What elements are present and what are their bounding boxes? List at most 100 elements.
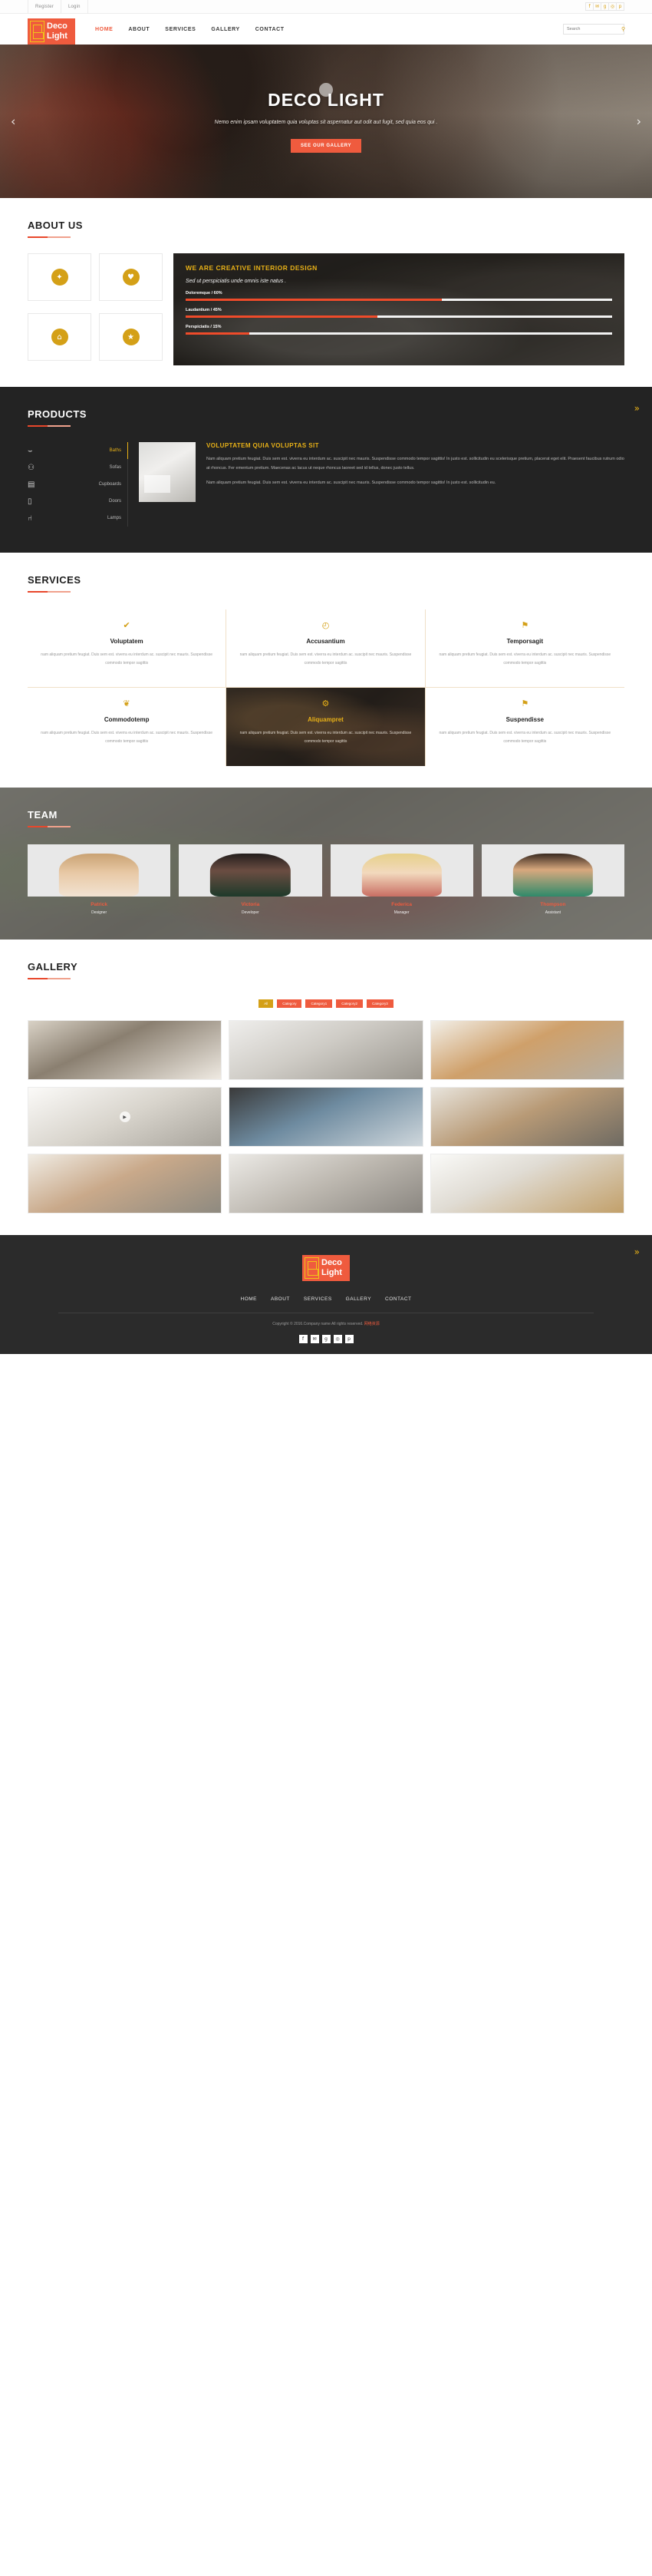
about-feature-2[interactable]: ♥ bbox=[99, 253, 163, 301]
team-title: TEAM bbox=[28, 809, 58, 821]
skill-label: Doloremque / 60% bbox=[186, 291, 222, 296]
footer-nav-home[interactable]: HOME bbox=[241, 1296, 258, 1302]
gallery-filter-category2[interactable]: Category2 bbox=[336, 999, 364, 1008]
dribbble-icon[interactable]: ◎ bbox=[333, 1335, 342, 1343]
nav-item-about[interactable]: ABOUT bbox=[128, 27, 150, 32]
hero-next-arrow[interactable]: › bbox=[637, 114, 641, 129]
nav-item-home[interactable]: HOME bbox=[95, 27, 113, 32]
team-member-thompson[interactable]: Thompson Assistant bbox=[481, 844, 624, 915]
pinterest-icon[interactable]: p bbox=[616, 2, 624, 11]
team-member-role: Manager bbox=[394, 910, 410, 915]
product-tab-sofas[interactable]: ⚇ Sofas bbox=[28, 459, 127, 476]
door-icon: ▯ bbox=[28, 497, 32, 506]
service-card-commodotemp[interactable]: ❦ Commodotemp nam aliquam pretium feugia… bbox=[28, 688, 227, 766]
search-input[interactable] bbox=[567, 27, 621, 31]
service-card-voluptatem[interactable]: ✔ Voluptatem nam aliquam pretium feugiat… bbox=[28, 609, 227, 688]
gallery-filter-category[interactable]: Category bbox=[277, 999, 302, 1008]
footer-nav-gallery[interactable]: GALLERY bbox=[346, 1296, 371, 1302]
facebook-icon[interactable]: f bbox=[298, 1335, 308, 1343]
gallery-item-1[interactable] bbox=[28, 1020, 222, 1080]
service-name: Aliquampret bbox=[308, 716, 344, 723]
hero-decor-circle bbox=[319, 83, 333, 97]
product-tab-lamps[interactable]: ⑁ Lamps bbox=[28, 510, 127, 527]
footer-nav-about[interactable]: ABOUT bbox=[271, 1296, 290, 1302]
team-member-name: Victoria bbox=[241, 902, 260, 907]
gallery-item-7[interactable] bbox=[28, 1154, 222, 1214]
services-title-rule bbox=[28, 591, 71, 593]
pinterest-icon[interactable]: p bbox=[344, 1335, 354, 1343]
products-tab-list: ⌣ Baths ⚇ Sofas ▤ Cupboards ▯ Doors ⑁ La… bbox=[28, 442, 127, 527]
team-member-name: Federica bbox=[391, 902, 412, 907]
pin-icon: ⚑ bbox=[521, 698, 529, 708]
gallery-filter-category3[interactable]: Category3 bbox=[367, 999, 394, 1008]
footer-nav-services[interactable]: SERVICES bbox=[304, 1296, 332, 1302]
team-member-name: Thompson bbox=[540, 902, 566, 907]
about-feature-3[interactable]: ⌂ bbox=[28, 313, 91, 361]
skill-label: Perspiciatis / 15% bbox=[186, 325, 222, 329]
star-icon: ★ bbox=[122, 329, 140, 345]
register-link[interactable]: Register bbox=[28, 0, 61, 14]
play-icon[interactable]: ▶ bbox=[119, 1111, 130, 1122]
gallery-item-6[interactable] bbox=[430, 1087, 624, 1147]
product-tab-baths[interactable]: ⌣ Baths bbox=[28, 442, 127, 459]
sofa-icon: ⚇ bbox=[28, 463, 35, 472]
about-feature-4[interactable]: ★ bbox=[99, 313, 163, 361]
gallery-item-8[interactable] bbox=[229, 1154, 423, 1214]
product-heading: VOLUPTATEM QUIA VOLUPTAS SIT bbox=[206, 442, 319, 449]
avatar bbox=[481, 844, 624, 897]
site-logo[interactable]: Deco Light bbox=[28, 18, 75, 45]
avatar bbox=[28, 844, 171, 897]
footer-logo[interactable]: Deco Light bbox=[302, 1255, 350, 1281]
team-member-federica[interactable]: Federica Manager bbox=[330, 844, 473, 915]
login-link[interactable]: Login bbox=[60, 0, 88, 14]
nav-item-contact[interactable]: CONTACT bbox=[255, 27, 285, 32]
service-card-suspendisse[interactable]: ⚑ Suspendisse nam aliquam pretium feugia… bbox=[426, 688, 624, 766]
service-card-aliquampret[interactable]: ⚙ Aliquampret nam aliquam pretium feugia… bbox=[226, 688, 426, 766]
search-box[interactable]: ⚲ bbox=[563, 24, 625, 35]
lamp-icon: ⑁ bbox=[28, 514, 32, 523]
service-name: Suspendisse bbox=[505, 716, 544, 723]
product-image bbox=[139, 442, 196, 502]
products-content: ⌣ Baths ⚇ Sofas ▤ Cupboards ▯ Doors ⑁ La… bbox=[28, 442, 624, 527]
search-icon[interactable]: ⚲ bbox=[621, 26, 625, 32]
scroll-to-top-icon[interactable]: » bbox=[634, 1247, 640, 1257]
about-feature-1[interactable]: ✦ bbox=[28, 253, 91, 301]
see-our-gallery-button[interactable]: SEE OUR GALLERY bbox=[290, 139, 362, 154]
hero-prev-arrow[interactable]: ‹ bbox=[11, 114, 15, 129]
nav-item-gallery[interactable]: GALLERY bbox=[211, 27, 239, 32]
service-card-temporsagit[interactable]: ⚑ Temporsagit nam aliquam pretium feugia… bbox=[425, 609, 624, 688]
about-title: ABOUT US bbox=[28, 220, 83, 231]
gallery-filter-category1[interactable]: Category1 bbox=[305, 999, 333, 1008]
gallery-filter-all[interactable]: All bbox=[258, 999, 274, 1008]
top-bar: Register Login f ✉ g ◎ p bbox=[0, 0, 652, 14]
team-member-victoria[interactable]: Victoria Developer bbox=[179, 844, 322, 915]
google-plus-icon[interactable]: g bbox=[321, 1335, 331, 1343]
footer-social: f ✉ g ◎ p bbox=[28, 1335, 624, 1343]
logo-mark-icon bbox=[305, 1257, 319, 1279]
service-card-accusantium[interactable]: ◴ Accusantium nam aliquam pretium feugia… bbox=[226, 609, 426, 688]
product-tab-doors[interactable]: ▯ Doors bbox=[28, 493, 127, 510]
gallery-item-5[interactable] bbox=[229, 1087, 423, 1147]
home-icon: ⌂ bbox=[51, 329, 68, 345]
gallery-item-3[interactable] bbox=[430, 1020, 624, 1080]
team-member-patrick[interactable]: Patrick Designer bbox=[28, 844, 171, 915]
bathtub-icon: ⌣ bbox=[28, 446, 33, 455]
gallery-title-rule bbox=[28, 978, 71, 979]
map-pin-icon: ⚑ bbox=[521, 620, 529, 630]
twitter-icon[interactable]: ✉ bbox=[310, 1335, 319, 1343]
services-title: SERVICES bbox=[28, 574, 81, 586]
footer-nav-contact[interactable]: CONTACT bbox=[385, 1296, 411, 1302]
skill-perspiciatis: Perspiciatis / 15% bbox=[186, 325, 612, 335]
product-tab-label: Lamps bbox=[107, 516, 121, 520]
scroll-to-top-icon[interactable]: » bbox=[634, 404, 640, 413]
hero-content: DECO LIGHT Nemo enim ipsam voluptatem qu… bbox=[0, 45, 652, 198]
gallery-item-4[interactable]: ▶ bbox=[28, 1087, 222, 1147]
service-name: Temporsagit bbox=[506, 638, 544, 645]
products-divider bbox=[127, 442, 128, 527]
gallery-item-2[interactable] bbox=[229, 1020, 423, 1080]
nav-item-services[interactable]: SERVICES bbox=[165, 27, 196, 32]
avatar bbox=[330, 844, 473, 897]
about-title-rule bbox=[28, 236, 71, 238]
gallery-item-9[interactable] bbox=[430, 1154, 624, 1214]
product-tab-cupboards[interactable]: ▤ Cupboards bbox=[28, 476, 127, 493]
